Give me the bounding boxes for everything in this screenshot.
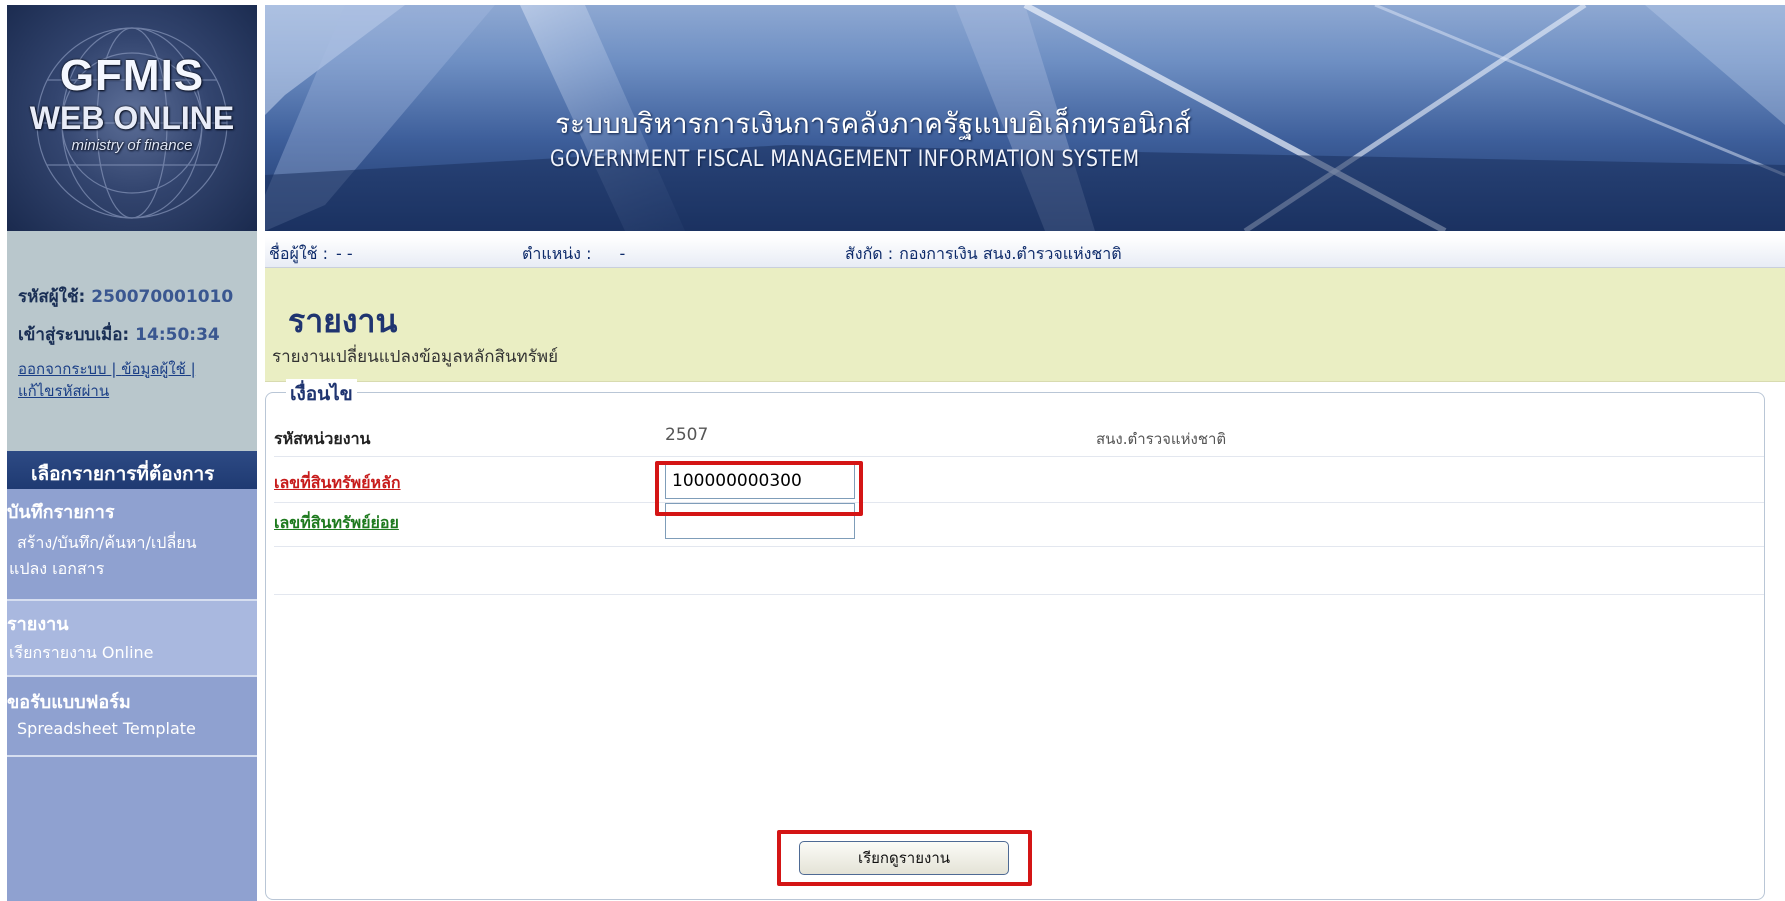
row-sub-asset: เลขที่สินทรัพย์ย่อย bbox=[274, 503, 1764, 547]
menu-header: เลือกรายการที่ต้องการ bbox=[7, 451, 257, 489]
username-label: ชื่อผู้ใช้ : bbox=[269, 244, 328, 263]
menu-group-forms[interactable]: ขอรับแบบฟอร์ม Spreadsheet Template bbox=[7, 677, 257, 755]
user-info-link[interactable]: ข้อมูลผู้ใช้ bbox=[121, 360, 186, 378]
header-banner: GFMIS WEB ONLINE ministry of finance ระบ… bbox=[0, 0, 1785, 265]
unit-code-value: 2507 bbox=[665, 425, 709, 445]
system-title-english: GOVERNMENT FISCAL MANAGEMENT INFORMATION… bbox=[550, 147, 1140, 172]
login-time-label: เข้าสู่ระบบเมื่อ: bbox=[18, 325, 130, 345]
link-separator: | bbox=[190, 360, 196, 378]
main-asset-label: เลขที่สินทรัพย์หลัก bbox=[274, 473, 401, 492]
menu-empty-area bbox=[7, 757, 257, 901]
change-password-link[interactable]: แก้ไขรหัสผ่าน bbox=[18, 379, 109, 403]
page-title: รายงาน bbox=[288, 302, 398, 340]
info-affiliation: สังกัด : กองการเงิน สนง.ตำรวจแห่งชาติ bbox=[845, 242, 1122, 267]
affiliation-value: กองการเงิน สนง.ตำรวจแห่งชาติ bbox=[899, 244, 1122, 263]
user-links-row: ออกจากระบบ | ข้อมูลผู้ใช้ | bbox=[18, 357, 196, 381]
sidebar: รหัสผู้ใช้: 250070001010 เข้าสู่ระบบเมื่… bbox=[7, 231, 257, 901]
user-id-label: รหัสผู้ใช้: bbox=[18, 287, 86, 307]
unit-code-label: รหัสหน่วยงาน bbox=[274, 429, 371, 448]
row-main-asset: เลขที่สินทรัพย์หลัก bbox=[274, 457, 1764, 503]
user-id: รหัสผู้ใช้: 250070001010 bbox=[18, 283, 233, 310]
logo-text-ministry: ministry of finance bbox=[71, 137, 193, 154]
main-content: รายงาน รายงานเปลี่ยนแปลงข้อมูลหลักสินทรั… bbox=[265, 268, 1785, 901]
system-title-thai: ระบบบริหารการเงินการคลังภาครัฐแบบอิเล็กท… bbox=[555, 107, 1192, 140]
row-unit-code: รหัสหน่วยงาน 2507 สนง.ตำรวจแห่งชาติ bbox=[274, 419, 1764, 457]
login-time-value: 14:50:34 bbox=[135, 325, 220, 345]
menu-sub-create-record[interactable]: สร้าง/บันทึก/ค้นหา/เปลี่ยน bbox=[17, 531, 197, 556]
login-time: เข้าสู่ระบบเมื่อ: 14:50:34 bbox=[18, 321, 220, 348]
condition-legend: เงื่อนไข bbox=[286, 379, 357, 409]
info-username: ชื่อผู้ใช้ : - - bbox=[269, 242, 353, 267]
header-hero: ระบบบริหารการเงินการคลังภาครัฐแบบอิเล็กท… bbox=[265, 5, 1785, 231]
page-subtitle: รายงานเปลี่ยนแปลงข้อมูลหลักสินทรัพย์ bbox=[272, 347, 559, 367]
user-session-block: รหัสผู้ใช้: 250070001010 เข้าสู่ระบบเมื่… bbox=[7, 231, 257, 451]
menu-title-forms[interactable]: ขอรับแบบฟอร์ม bbox=[7, 687, 131, 716]
affiliation-label: สังกัด : bbox=[845, 244, 894, 263]
menu-group-reports[interactable]: รายงาน เรียกรายงาน Online bbox=[7, 601, 257, 675]
info-position: ตำแหน่ง : - bbox=[522, 242, 625, 267]
page-title-block: รายงาน รายงานเปลี่ยนแปลงข้อมูลหลักสินทรั… bbox=[265, 268, 1785, 382]
sub-asset-label: เลขที่สินทรัพย์ย่อย bbox=[274, 513, 399, 532]
menu-sub-spreadsheet-template[interactable]: Spreadsheet Template bbox=[17, 719, 196, 738]
view-report-button[interactable]: เรียกดูรายงาน bbox=[799, 841, 1009, 875]
menu-group-transactions[interactable]: บันทึกรายการ สร้าง/บันทึก/ค้นหา/เปลี่ยน … bbox=[7, 489, 257, 599]
menu-sub-documents[interactable]: แปลง เอกสาร bbox=[9, 557, 104, 582]
user-info-bar: ชื่อผู้ใช้ : - - ตำแหน่ง : - สังกัด : กองกา… bbox=[265, 236, 1785, 268]
position-value: - bbox=[619, 244, 626, 263]
logout-link[interactable]: ออกจากระบบ bbox=[18, 360, 107, 378]
menu-title-reports[interactable]: รายงาน bbox=[7, 609, 69, 638]
input-highlight-box bbox=[655, 461, 863, 516]
unit-name-value: สนง.ตำรวจแห่งชาติ bbox=[1096, 430, 1227, 448]
menu-sub-online-report[interactable]: เรียกรายงาน Online bbox=[9, 641, 154, 666]
username-value: - - bbox=[336, 244, 353, 263]
row-spacer bbox=[274, 547, 1764, 595]
condition-fieldset: เงื่อนไข รหัสหน่วยงาน 2507 สนง.ตำรวจแห่ง… bbox=[265, 379, 1765, 900]
user-id-value: 250070001010 bbox=[91, 287, 234, 307]
logo-text-web-online: WEB ONLINE bbox=[29, 100, 235, 136]
logo-text-gfmis: GFMIS bbox=[59, 51, 205, 100]
gfmis-logo[interactable]: GFMIS WEB ONLINE ministry of finance bbox=[7, 5, 257, 231]
menu-title-transactions[interactable]: บันทึกรายการ bbox=[7, 497, 115, 526]
link-separator: | bbox=[111, 360, 117, 378]
position-label: ตำแหน่ง : bbox=[522, 244, 592, 263]
